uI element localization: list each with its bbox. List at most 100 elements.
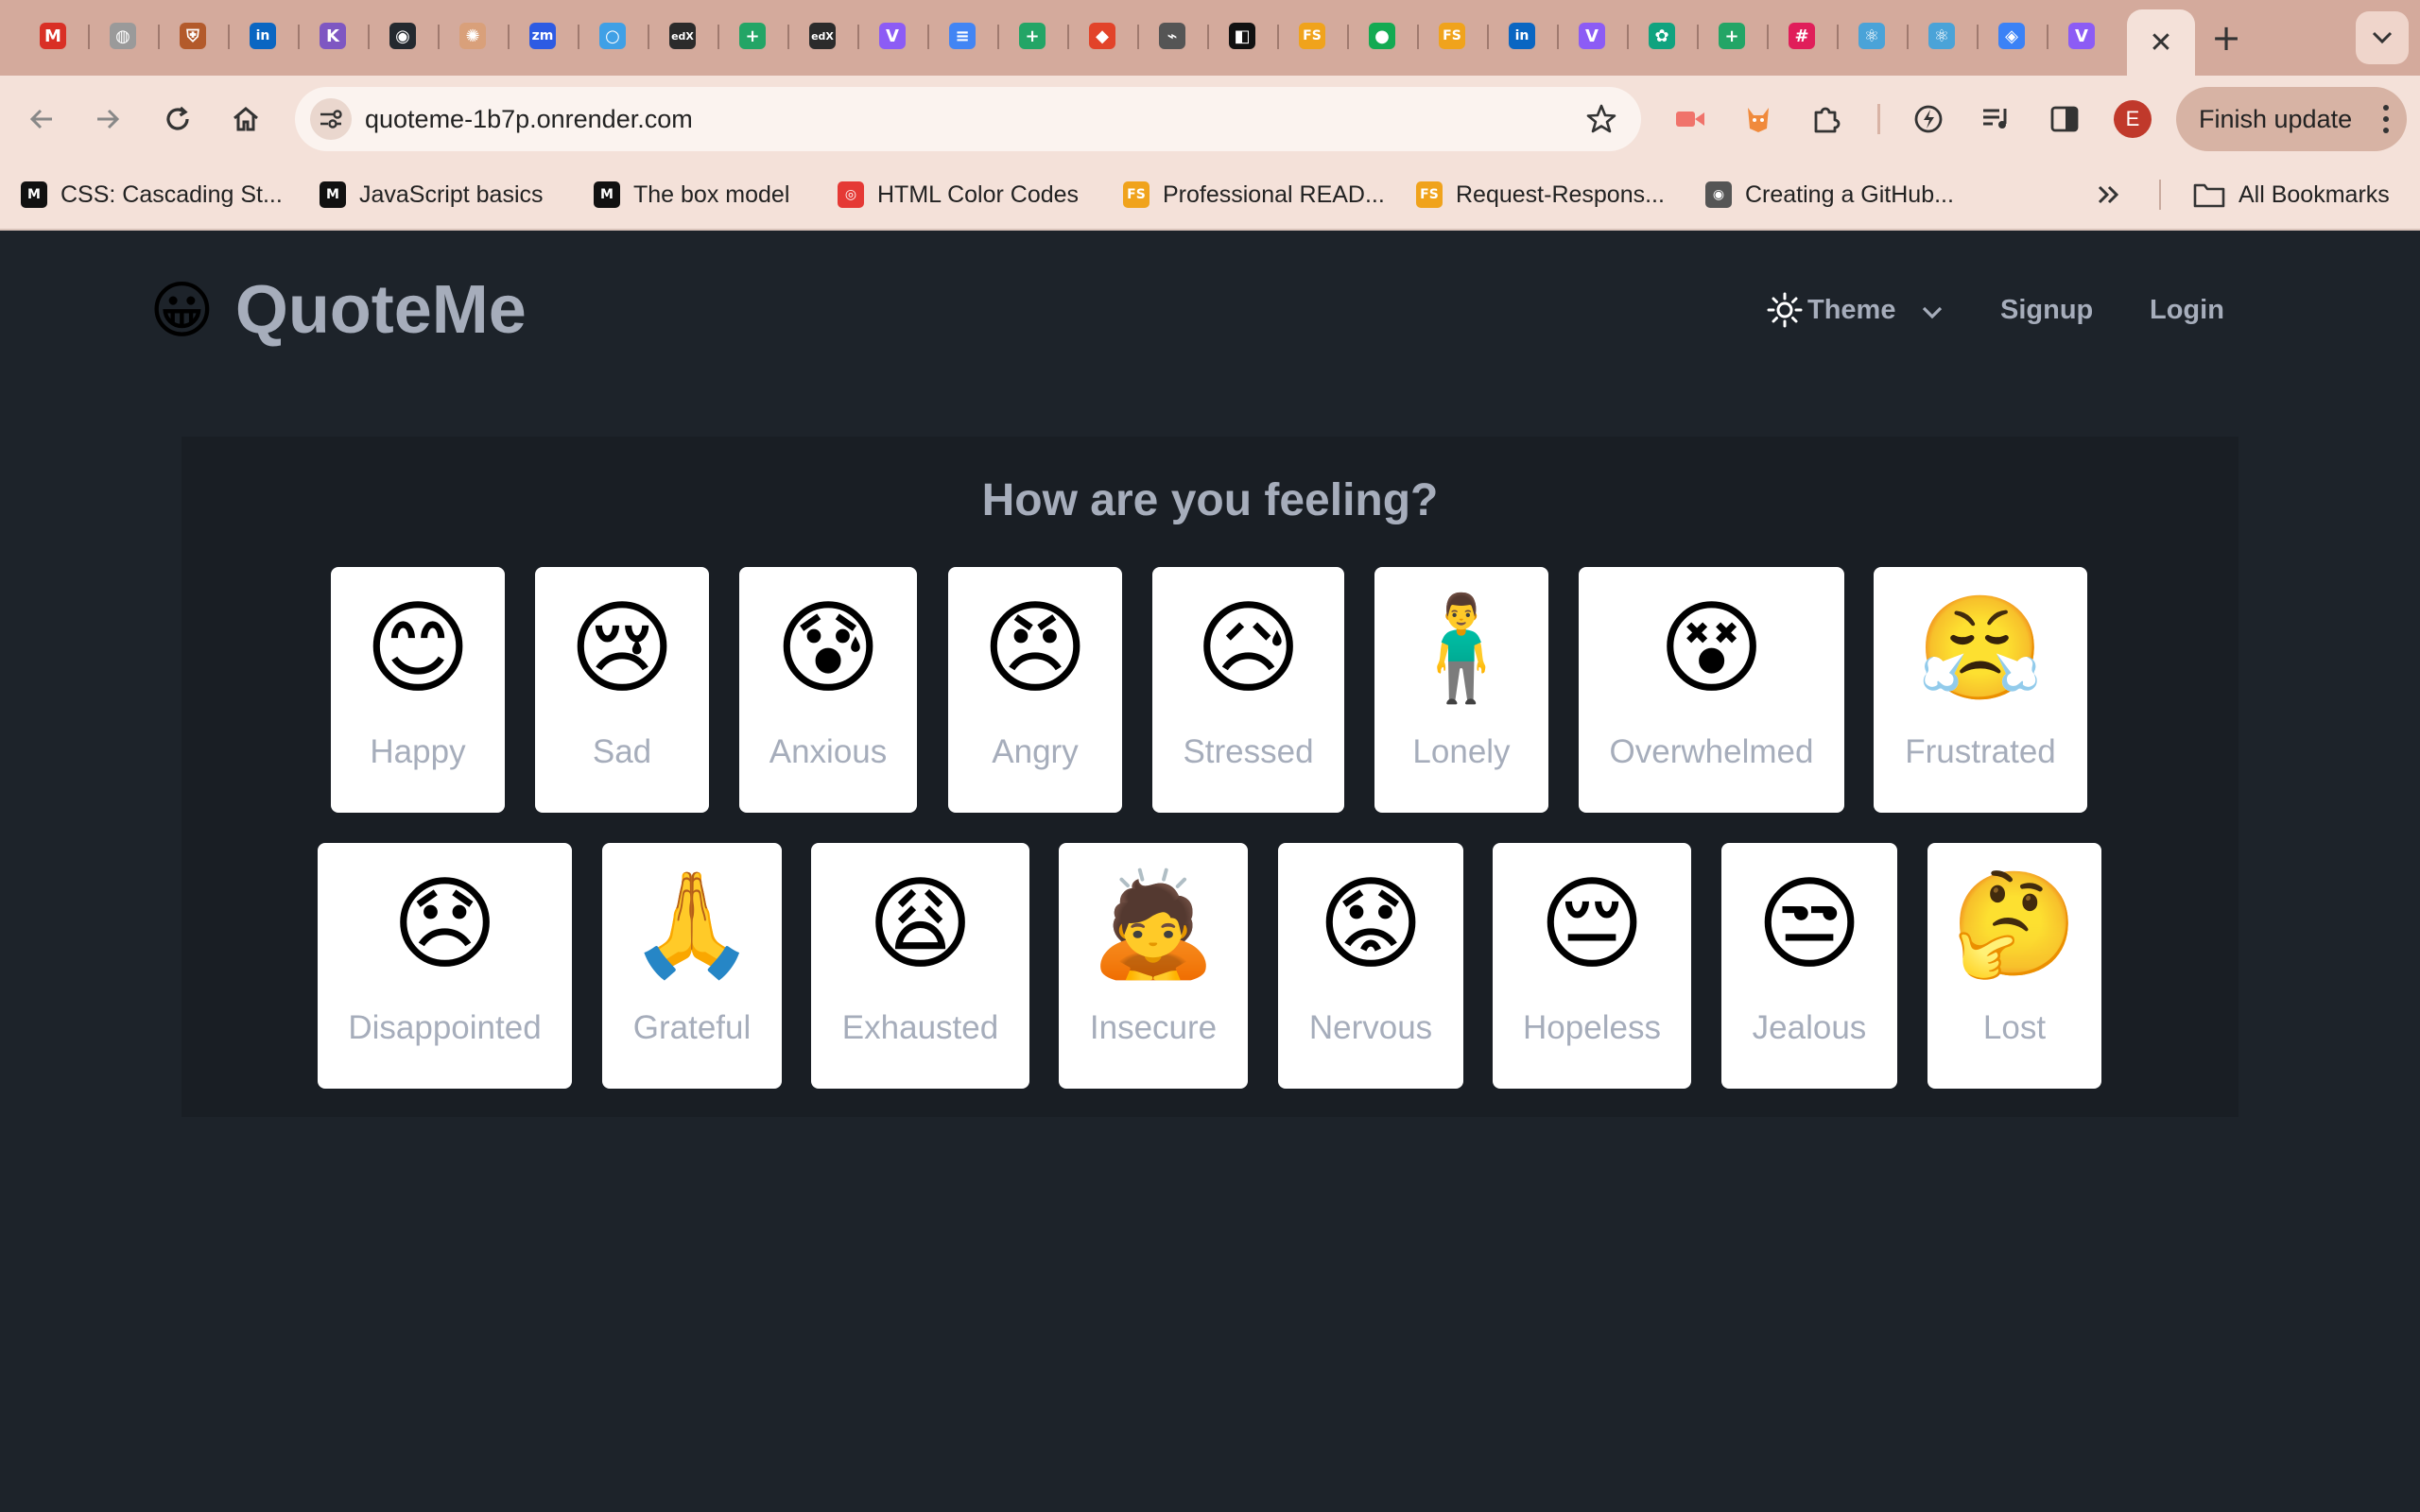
extensions-puzzle-icon[interactable] <box>1804 96 1849 142</box>
browser-tab[interactable]: + <box>1713 17 1751 55</box>
tab-separator <box>228 25 230 49</box>
browser-tab[interactable]: + <box>734 17 771 55</box>
bookmark-item[interactable]: ◉ Creating a GitHub... <box>1705 174 1954 215</box>
tab-separator <box>1907 25 1909 49</box>
mdn-icon: M <box>320 181 346 208</box>
brand[interactable]: 😀 QuoteMe <box>149 272 527 348</box>
mood-card-frustrated[interactable]: 😤 Frustrated <box>1874 567 2087 813</box>
browser-tab[interactable]: ◆ <box>1083 17 1121 55</box>
screen-record-extension-icon[interactable] <box>1668 96 1713 142</box>
signup-link[interactable]: Signup <box>2000 282 2093 338</box>
mongodb-icon: ● <box>1369 23 1395 49</box>
browser-tab[interactable]: in <box>244 17 282 55</box>
browser-tab[interactable]: V <box>1573 17 1611 55</box>
mood-card-anxious[interactable]: 😰 Anxious <box>739 567 917 813</box>
performance-icon[interactable] <box>1906 96 1951 142</box>
exhausted-emoji-icon: 😩 <box>867 866 974 984</box>
mood-card-hopeless[interactable]: 😔 Hopeless <box>1493 843 1691 1089</box>
close-tab-icon[interactable]: ✕ <box>2149 26 2172 60</box>
browser-tab[interactable]: + <box>1013 17 1051 55</box>
browser-tab[interactable]: M <box>34 17 72 55</box>
browser-tab[interactable]: K <box>314 17 352 55</box>
browser-tab[interactable]: ◍ <box>104 17 142 55</box>
zoom-icon: zm <box>529 23 556 49</box>
browser-tab[interactable]: zm <box>524 17 562 55</box>
mood-card-lost[interactable]: 🤔 Lost <box>1927 843 2101 1089</box>
more-menu-icon[interactable] <box>2382 103 2390 140</box>
bookmark-item[interactable]: FS Professional READ... <box>1123 174 1385 215</box>
mood-card-exhausted[interactable]: 😩 Exhausted <box>811 843 1029 1089</box>
tab-separator <box>1557 25 1559 49</box>
mood-card-insecure[interactable]: 🙇 Insecure <box>1059 843 1248 1089</box>
mood-card-jealous[interactable]: 😒 Jealous <box>1721 843 1897 1089</box>
bookmarks-bar: All Bookmarks M CSS: Cascading St... M Java… <box>0 161 2420 231</box>
address-bar[interactable]: quoteme-1b7p.onrender.com <box>295 87 1641 151</box>
browser-tab[interactable]: V <box>873 17 911 55</box>
mood-card-stressed[interactable]: 😥 Stressed <box>1152 567 1344 813</box>
mood-card-nervous[interactable]: 😟 Nervous <box>1278 843 1463 1089</box>
browser-tab[interactable]: # <box>1783 17 1821 55</box>
reload-button[interactable] <box>157 98 199 140</box>
browser-tab[interactable]: V <box>2063 17 2100 55</box>
bookmark-item[interactable]: M The box model <box>594 174 789 215</box>
browser-tab[interactable]: in <box>1503 17 1541 55</box>
url-text[interactable]: quoteme-1b7p.onrender.com <box>365 87 693 151</box>
bookmarks-overflow-button[interactable] <box>2097 174 2121 215</box>
forward-button[interactable] <box>87 98 129 140</box>
fs-icon: FS <box>1416 181 1443 208</box>
side-panel-icon[interactable] <box>2042 96 2087 142</box>
all-bookmarks-label: All Bookmarks <box>2238 180 2390 208</box>
theme-dropdown[interactable]: Theme <box>1766 282 1943 338</box>
fs-icon: FS <box>1299 23 1325 49</box>
bookmark-item[interactable]: ◎ HTML Color Codes <box>838 174 1079 215</box>
browser-tab[interactable]: FS <box>1433 17 1471 55</box>
finish-update-button[interactable]: Finish update <box>2176 87 2407 151</box>
bookmark-item[interactable]: FS Request-Respons... <box>1416 174 1665 215</box>
disappointed-emoji-icon: 😞 <box>391 866 498 984</box>
browser-tab[interactable]: ◧ <box>1223 17 1261 55</box>
back-button[interactable] <box>21 98 62 140</box>
mood-card-lonely[interactable]: 🧍‍♂️ Lonely <box>1374 567 1548 813</box>
browser-tab[interactable]: ✺ <box>454 17 492 55</box>
browser-tab[interactable]: ◉ <box>384 17 422 55</box>
browser-tab[interactable]: edX <box>804 17 841 55</box>
globe-icon: ◍ <box>110 23 136 49</box>
all-bookmarks-button[interactable]: All Bookmarks <box>2193 174 2390 215</box>
bookmark-item[interactable]: M CSS: Cascading St... <box>21 174 283 215</box>
profile-avatar[interactable]: E <box>2114 100 2152 138</box>
browser-tab[interactable]: ⛨ <box>174 17 212 55</box>
browser-tab[interactable]: ⚛ <box>1853 17 1891 55</box>
browser-tab[interactable]: ⌁ <box>1153 17 1191 55</box>
fox-extension-icon[interactable] <box>1736 96 1781 142</box>
browser-tab[interactable]: ● <box>1363 17 1401 55</box>
bookmarks-divider <box>2159 180 2161 210</box>
browser-tab[interactable]: edX <box>664 17 701 55</box>
browser-tab[interactable]: ◈ <box>1993 17 2031 55</box>
mood-card-disappointed[interactable]: 😞 Disappointed <box>318 843 572 1089</box>
mood-card-grateful[interactable]: 🙏 Grateful <box>602 843 782 1089</box>
browser-tab[interactable]: FS <box>1293 17 1331 55</box>
bookmark-item[interactable]: M JavaScript basics <box>320 174 544 215</box>
mood-card-sad[interactable]: 😢 Sad <box>535 567 709 813</box>
new-tab-button[interactable]: + <box>2205 17 2247 59</box>
media-controls-icon[interactable] <box>1974 96 2019 142</box>
home-button[interactable] <box>225 98 267 140</box>
bookmark-star-icon[interactable] <box>1579 96 1624 142</box>
bookmark-label: JavaScript basics <box>359 180 544 208</box>
tab-separator <box>158 25 160 49</box>
browser-tab[interactable]: ⚛ <box>1923 17 1961 55</box>
site-info-icon[interactable] <box>310 98 352 140</box>
mood-card-overwhelmed[interactable]: 😵 Overwhelmed <box>1579 567 1844 813</box>
mood-label: Exhausted <box>841 1009 999 1046</box>
login-link[interactable]: Login <box>2150 282 2224 338</box>
happy-emoji-icon: 😊 <box>364 590 472 708</box>
mood-card-happy[interactable]: 😊 Happy <box>331 567 505 813</box>
sun-logo-icon: ✺ <box>459 23 486 49</box>
tab-search-button[interactable] <box>2356 11 2409 64</box>
active-tab[interactable]: ✕ <box>2127 9 2195 76</box>
mood-card-angry[interactable]: 😠 Angry <box>948 567 1122 813</box>
browser-tab[interactable]: ○ <box>594 17 631 55</box>
browser-tab[interactable]: ≡ <box>943 17 981 55</box>
browser-tab[interactable]: ✿ <box>1643 17 1681 55</box>
anxious-emoji-icon: 😰 <box>774 590 882 708</box>
